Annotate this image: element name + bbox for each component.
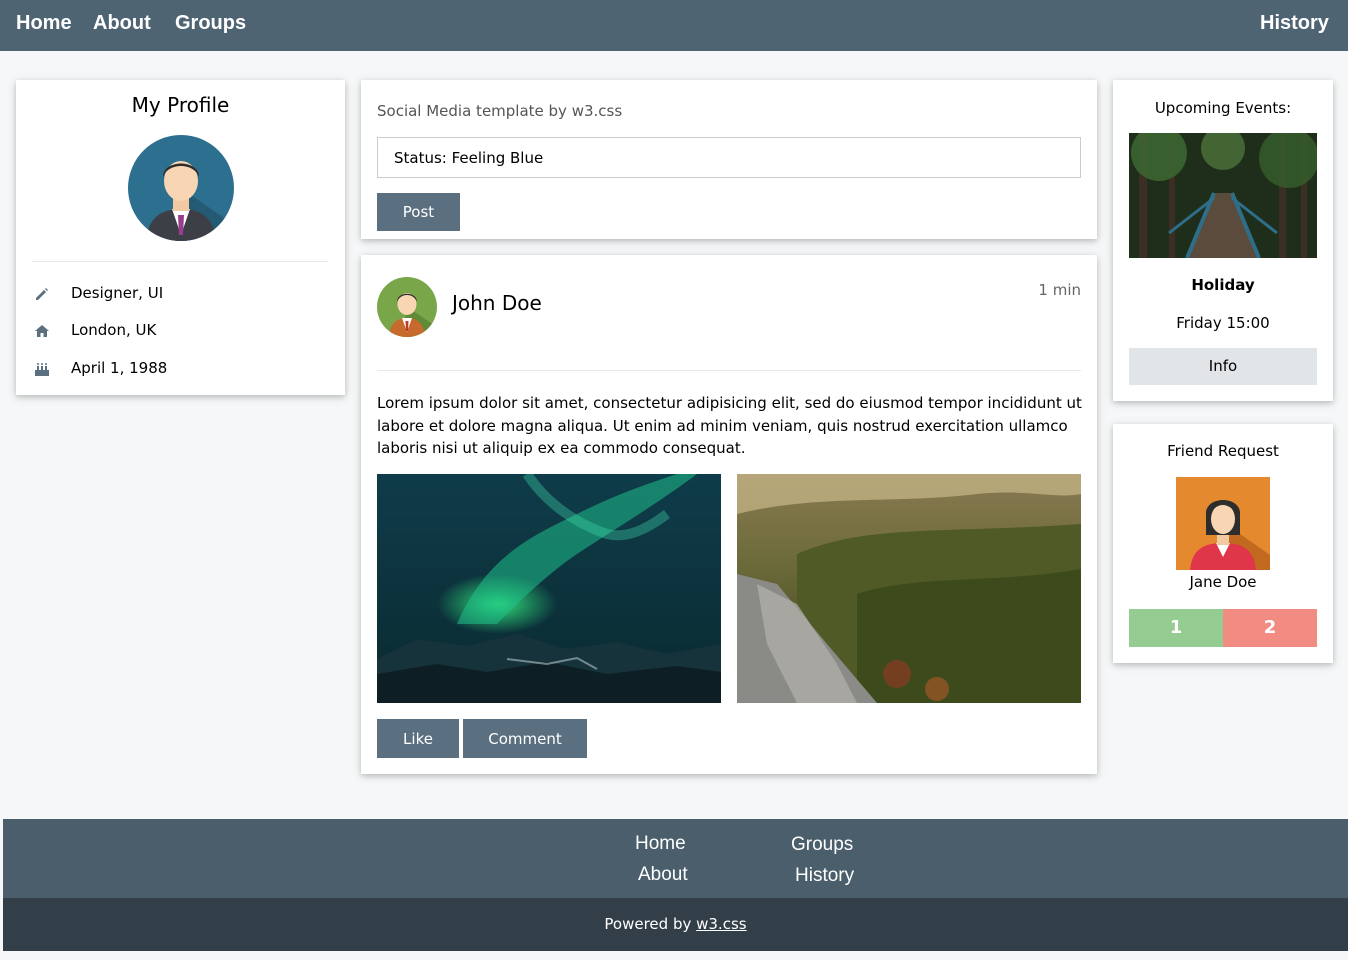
composer-title: Social Media template by w3.css: [377, 102, 623, 120]
post-button[interactable]: Post: [377, 193, 460, 231]
top-navbar: Home About Groups History: [0, 0, 1348, 51]
nav-home-link[interactable]: Home: [16, 12, 72, 35]
birthday-cake-icon: [34, 361, 50, 377]
profile-birthday-row: April 1, 1988: [16, 358, 345, 380]
event-info-button[interactable]: Info: [1129, 348, 1317, 385]
home-icon: [34, 323, 50, 339]
status-input[interactable]: [377, 137, 1081, 178]
post-timestamp: 1 min: [1038, 281, 1081, 299]
profile-birthday: April 1, 1988: [71, 359, 168, 377]
profile-job: Designer, UI: [71, 284, 164, 302]
like-button[interactable]: Like: [377, 719, 459, 758]
comment-button[interactable]: Comment: [463, 719, 587, 758]
post-body-text: Lorem ipsum dolor sit amet, consectetur …: [377, 394, 1082, 457]
feed-post-card: John Doe 1 min Lorem ipsum dolor sit ame…: [361, 255, 1097, 774]
post-author-name: John Doe: [452, 291, 542, 315]
decline-friend-button[interactable]: 2: [1223, 609, 1317, 647]
footer-credits: Powered by w3.css: [3, 898, 1348, 951]
post-photo-mountains: [737, 474, 1081, 703]
profile-title: My Profile: [131, 93, 230, 117]
friend-request-card: Friend Request Jane Doe 1 2: [1113, 424, 1333, 663]
footer-home-link[interactable]: Home: [635, 833, 686, 855]
pencil-icon: [34, 286, 50, 302]
friend-request-title: Friend Request: [1167, 442, 1279, 460]
events-title: Upcoming Events:: [1154, 99, 1292, 117]
footer-history-link[interactable]: History: [795, 865, 854, 887]
post-composer-card: Social Media template by w3.css Post: [361, 80, 1097, 239]
profile-location-row: London, UK: [16, 320, 345, 342]
profile-job-row: Designer, UI: [16, 283, 345, 305]
nav-history-link[interactable]: History: [1260, 12, 1329, 35]
footer-about-link[interactable]: About: [638, 864, 688, 886]
profile-card: My Profile Designer, UI London, UK April…: [16, 80, 345, 395]
powered-by-text: Powered by: [604, 915, 697, 933]
friend-avatar: [1176, 477, 1270, 570]
footer-links: Home About Groups History: [3, 819, 1348, 899]
accept-friend-button[interactable]: 1: [1129, 609, 1223, 647]
post-divider: [377, 370, 1081, 371]
event-time: Friday 15:00: [1176, 314, 1270, 332]
nav-about-link[interactable]: About: [93, 12, 151, 35]
post-photo-aurora: [377, 474, 721, 703]
footer-groups-link[interactable]: Groups: [791, 834, 853, 856]
w3css-link[interactable]: w3.css: [696, 915, 746, 933]
friend-name: Jane Doe: [1189, 573, 1257, 591]
upcoming-events-card: Upcoming Events: Holiday Friday 15:00 In…: [1113, 80, 1333, 401]
event-image: [1129, 133, 1317, 258]
profile-location: London, UK: [71, 321, 157, 339]
profile-avatar: [128, 135, 234, 241]
post-author-avatar: [377, 277, 437, 337]
profile-divider: [32, 261, 328, 262]
event-name: Holiday: [1191, 276, 1255, 294]
nav-groups-link[interactable]: Groups: [175, 12, 246, 35]
